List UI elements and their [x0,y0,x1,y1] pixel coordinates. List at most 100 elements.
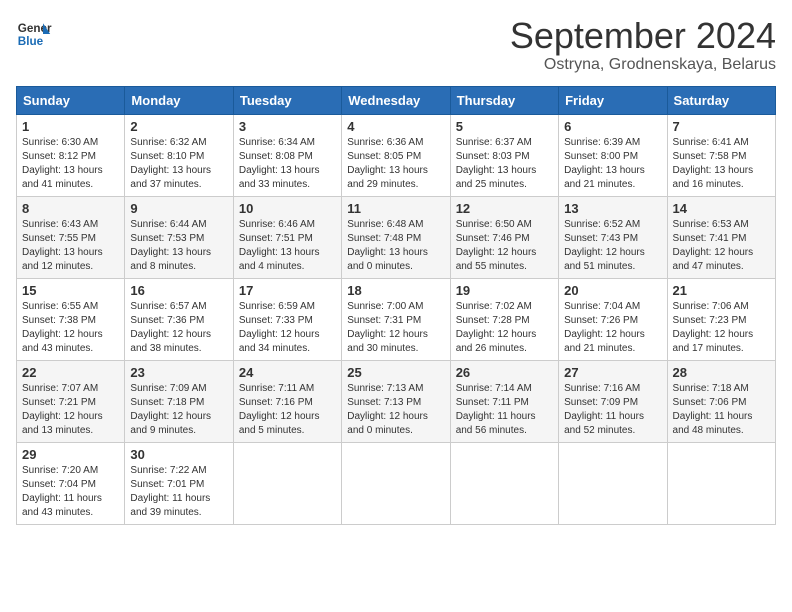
day-number: 13 [564,201,661,216]
day-number: 16 [130,283,227,298]
day-number: 12 [456,201,553,216]
calendar-cell [450,442,558,524]
title-area: September 2024 Ostryna, Grodnenskaya, Be… [510,16,776,74]
day-number: 27 [564,365,661,380]
calendar-cell: 7 Sunrise: 6:41 AMSunset: 7:58 PMDaylight… [667,114,775,196]
calendar-cell: 27Sunrise: 7:16 AMSunset: 7:09 PMDayligh… [559,360,667,442]
day-info: Sunrise: 7:09 AMSunset: 7:18 PMDaylight:… [130,382,227,438]
day-number: 5 [456,119,553,134]
calendar-cell: 19 Sunrise: 7:02 AMSunset: 7:28 PMDayligh… [450,278,558,360]
day-info: Sunrise: 6:32 AMSunset: 8:10 PMDaylight:… [130,136,227,192]
calendar-body: 1 Sunrise: 6:30 AMSunset: 8:12 PMDaylight… [17,114,776,524]
day-number: 25 [347,365,444,380]
logo: General Blue [16,16,52,52]
svg-text:Blue: Blue [18,35,44,48]
calendar-table: Sunday Monday Tuesday Wednesday Thursday… [16,86,776,525]
logo-icon: General Blue [16,16,52,52]
calendar-cell: 14 Sunrise: 6:53 AMSunset: 7:41 PMDayligh… [667,196,775,278]
calendar-cell: 22 Sunrise: 7:07 AMSunset: 7:21 PMDayligh… [17,360,125,442]
day-info: Sunrise: 7:02 AMSunset: 7:28 PMDaylight:… [456,300,553,356]
day-info: Sunrise: 6:36 AMSunset: 8:05 PMDaylight:… [347,136,444,192]
calendar-cell: 18 Sunrise: 7:00 AMSunset: 7:31 PMDayligh… [342,278,450,360]
calendar-cell [667,442,775,524]
calendar-cell: 2 Sunrise: 6:32 AMSunset: 8:10 PMDaylight… [125,114,233,196]
calendar-cell: 30Sunrise: 7:22 AMSunset: 7:01 PMDayligh… [125,442,233,524]
day-number: 18 [347,283,444,298]
header-saturday: Saturday [667,86,775,114]
day-number: 21 [673,283,770,298]
day-number: 6 [564,119,661,134]
day-number: 11 [347,201,444,216]
calendar-cell: 28 Sunrise: 7:18 AMSunset: 7:06 PMDayligh… [667,360,775,442]
day-number: 1 [22,119,119,134]
day-info: Sunrise: 6:53 AMSunset: 7:41 PMDaylight:… [673,218,770,274]
calendar-cell: 24Sunrise: 7:11 AMSunset: 7:16 PMDayligh… [233,360,341,442]
calendar-row: 8 Sunrise: 6:43 AMSunset: 7:55 PMDaylight… [17,196,776,278]
day-number: 4 [347,119,444,134]
header-tuesday: Tuesday [233,86,341,114]
day-info: Sunrise: 7:22 AMSunset: 7:01 PMDaylight:… [130,464,227,520]
header-friday: Friday [559,86,667,114]
day-number: 7 [673,119,770,134]
day-info: Sunrise: 6:44 AMSunset: 7:53 PMDaylight:… [130,218,227,274]
calendar-cell: 5 Sunrise: 6:37 AMSunset: 8:03 PMDaylight… [450,114,558,196]
day-number: 8 [22,201,119,216]
calendar-cell: 12Sunrise: 6:50 AMSunset: 7:46 PMDayligh… [450,196,558,278]
day-info: Sunrise: 7:07 AMSunset: 7:21 PMDaylight:… [22,382,119,438]
calendar-cell [233,442,341,524]
calendar-cell [342,442,450,524]
calendar-row: 29Sunrise: 7:20 AMSunset: 7:04 PMDayligh… [17,442,776,524]
calendar-cell: 10 Sunrise: 6:46 AMSunset: 7:51 PMDayligh… [233,196,341,278]
calendar-row: 15 Sunrise: 6:55 AMSunset: 7:38 PMDayligh… [17,278,776,360]
calendar-cell: 21 Sunrise: 7:06 AMSunset: 7:23 PMDayligh… [667,278,775,360]
header-wednesday: Wednesday [342,86,450,114]
day-info: Sunrise: 6:52 AMSunset: 7:43 PMDaylight:… [564,218,661,274]
day-info: Sunrise: 7:11 AMSunset: 7:16 PMDaylight:… [239,382,336,438]
day-info: Sunrise: 6:30 AMSunset: 8:12 PMDaylight:… [22,136,119,192]
day-info: Sunrise: 7:04 AMSunset: 7:26 PMDaylight:… [564,300,661,356]
day-info: Sunrise: 7:00 AMSunset: 7:31 PMDaylight:… [347,300,444,356]
day-info: Sunrise: 6:55 AMSunset: 7:38 PMDaylight:… [22,300,119,356]
day-info: Sunrise: 6:59 AMSunset: 7:33 PMDaylight:… [239,300,336,356]
day-info: Sunrise: 6:41 AMSunset: 7:58 PMDaylight:… [673,136,770,192]
day-info: Sunrise: 7:18 AMSunset: 7:06 PMDaylight:… [673,382,770,438]
day-number: 26 [456,365,553,380]
day-number: 3 [239,119,336,134]
calendar-row: 1 Sunrise: 6:30 AMSunset: 8:12 PMDaylight… [17,114,776,196]
day-number: 20 [564,283,661,298]
calendar-cell: 1 Sunrise: 6:30 AMSunset: 8:12 PMDaylight… [17,114,125,196]
day-number: 28 [673,365,770,380]
calendar-cell: 23Sunrise: 7:09 AMSunset: 7:18 PMDayligh… [125,360,233,442]
day-number: 2 [130,119,227,134]
calendar-title: September 2024 [510,16,776,56]
calendar-subtitle: Ostryna, Grodnenskaya, Belarus [510,56,776,74]
day-number: 17 [239,283,336,298]
day-info: Sunrise: 7:20 AMSunset: 7:04 PMDaylight:… [22,464,119,520]
day-number: 14 [673,201,770,216]
calendar-cell: 11 Sunrise: 6:48 AMSunset: 7:48 PMDayligh… [342,196,450,278]
day-info: Sunrise: 6:48 AMSunset: 7:48 PMDaylight:… [347,218,444,274]
calendar-cell: 20 Sunrise: 7:04 AMSunset: 7:26 PMDayligh… [559,278,667,360]
day-number: 10 [239,201,336,216]
day-info: Sunrise: 6:57 AMSunset: 7:36 PMDaylight:… [130,300,227,356]
header-thursday: Thursday [450,86,558,114]
day-number: 22 [22,365,119,380]
calendar-cell: 29Sunrise: 7:20 AMSunset: 7:04 PMDayligh… [17,442,125,524]
header-monday: Monday [125,86,233,114]
day-info: Sunrise: 7:06 AMSunset: 7:23 PMDaylight:… [673,300,770,356]
day-info: Sunrise: 6:34 AMSunset: 8:08 PMDaylight:… [239,136,336,192]
day-number: 15 [22,283,119,298]
day-number: 9 [130,201,227,216]
calendar-cell: 8 Sunrise: 6:43 AMSunset: 7:55 PMDaylight… [17,196,125,278]
day-info: Sunrise: 6:46 AMSunset: 7:51 PMDaylight:… [239,218,336,274]
calendar-row: 22 Sunrise: 7:07 AMSunset: 7:21 PMDayligh… [17,360,776,442]
day-number: 19 [456,283,553,298]
calendar-cell: 3 Sunrise: 6:34 AMSunset: 8:08 PMDaylight… [233,114,341,196]
days-header-row: Sunday Monday Tuesday Wednesday Thursday… [17,86,776,114]
day-info: Sunrise: 6:39 AMSunset: 8:00 PMDaylight:… [564,136,661,192]
calendar-cell: 17 Sunrise: 6:59 AMSunset: 7:33 PMDayligh… [233,278,341,360]
calendar-cell: 6 Sunrise: 6:39 AMSunset: 8:00 PMDaylight… [559,114,667,196]
day-info: Sunrise: 6:37 AMSunset: 8:03 PMDaylight:… [456,136,553,192]
calendar-cell: 25Sunrise: 7:13 AMSunset: 7:13 PMDayligh… [342,360,450,442]
day-info: Sunrise: 6:43 AMSunset: 7:55 PMDaylight:… [22,218,119,274]
